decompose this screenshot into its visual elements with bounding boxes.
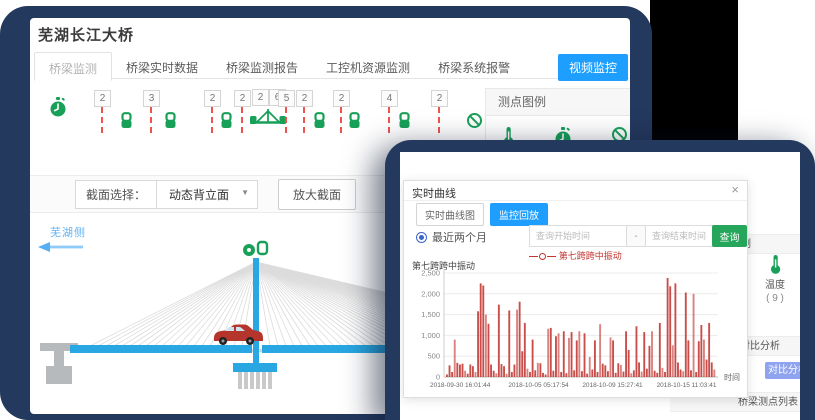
svg-text:时间: 时间 — [724, 372, 740, 382]
ban-icon[interactable] — [466, 112, 483, 134]
svg-text:2018-10-15 11:03:41: 2018-10-15 11:03:41 — [657, 382, 717, 389]
link-icon[interactable] — [398, 112, 411, 134]
background-black-area — [650, 0, 738, 142]
date-range-group: - — [529, 225, 743, 247]
legend-panel-title: 测点图例 — [486, 89, 630, 116]
page-title: 芜湖长江大桥 — [38, 24, 134, 45]
modal-tab-bar: 实时曲线图监控回放 — [416, 203, 548, 226]
compare-analysis-button[interactable]: 对比分析 — [765, 362, 800, 379]
sensor-count-badge[interactable]: 2 — [204, 90, 221, 107]
bridge-icon[interactable]: 26 — [248, 106, 288, 133]
screenshot-canvas: 芜湖长江大桥 桥梁监测桥梁实时数据桥梁监测报告工控机资源监测桥梁系统报警 视频监… — [0, 0, 815, 420]
main-tab[interactable]: 桥梁实时数据 — [112, 52, 212, 79]
sensor-count-badge[interactable]: 5 — [278, 90, 295, 107]
section-select-value: 动态背立面 — [169, 188, 229, 202]
monitor-page-with-modal: 测点图例 温度 ( 9 ) 对比分析 对比分析 桥梁测点列表 实时曲线 × 实时… — [400, 152, 800, 420]
legend-marker-icon — [529, 256, 538, 257]
svg-text:500: 500 — [427, 352, 440, 361]
sensor-count-badge[interactable]: 2 — [94, 90, 111, 107]
temperature-legend-item[interactable]: 温度 ( 9 ) — [752, 254, 798, 305]
link-icon[interactable] — [164, 112, 177, 134]
sensor-count-badge[interactable]: 2 — [333, 90, 350, 107]
svg-text:2018-10-05 05:17:54: 2018-10-05 05:17:54 — [508, 382, 569, 389]
video-monitor-button[interactable]: 视频监控 — [558, 54, 628, 81]
range-separator: - — [627, 225, 645, 247]
svg-text:0: 0 — [436, 373, 440, 382]
main-tab[interactable]: 桥梁系统报警 — [424, 52, 524, 79]
modal-header: 实时曲线 × — [404, 181, 747, 201]
main-tab[interactable]: 工控机资源监测 — [312, 52, 424, 79]
sensor-count-badge[interactable]: 2 — [431, 90, 448, 107]
recent-two-months-radio[interactable]: 最近两个月 — [416, 229, 487, 245]
main-tab-bar: 桥梁监测桥梁实时数据桥梁监测报告工控机资源监测桥梁系统报警 — [34, 52, 630, 79]
radio-dot-icon — [416, 232, 427, 243]
main-tab[interactable]: 桥梁监测 — [34, 52, 112, 81]
svg-text:2,000: 2,000 — [421, 289, 440, 298]
section-select-dropdown[interactable]: 动态背立面 ▼ — [157, 181, 257, 208]
chart-bars — [446, 278, 715, 377]
query-controls: 最近两个月 - 查询 — [404, 225, 747, 249]
thermometer-icon — [769, 267, 782, 278]
query-button[interactable]: 查询 — [712, 225, 747, 247]
link-icon[interactable] — [120, 112, 133, 134]
section-select-group: 截面选择： 动态背立面 ▼ — [75, 180, 258, 209]
realtime-curve-modal: 实时曲线 × 实时曲线图监控回放 最近两个月 - 查询 — [403, 180, 748, 398]
modal-tab[interactable]: 实时曲线图 — [416, 203, 484, 226]
main-tab[interactable]: 桥梁监测报告 — [212, 52, 312, 79]
svg-text:2018-10-09 15:27:41: 2018-10-09 15:27:41 — [582, 382, 643, 389]
link-icon[interactable] — [348, 112, 361, 134]
svg-text:2,500: 2,500 — [421, 269, 440, 278]
sensor-count-badge[interactable]: 2 — [234, 90, 251, 107]
svg-text:2018-09-30 16:01:44: 2018-09-30 16:01:44 — [430, 382, 491, 389]
svg-text:1,000: 1,000 — [421, 331, 440, 340]
vibration-chart: 第七跨跨中振动05001,0001,5002,0002,5002018-09-3… — [406, 259, 746, 397]
link-icon[interactable] — [313, 112, 326, 134]
svg-text:1,500: 1,500 — [421, 310, 440, 319]
temperature-count: ( 9 ) — [752, 292, 798, 305]
section-select-label: 截面选择： — [76, 181, 157, 208]
sensor-count-badge[interactable]: 2 — [296, 90, 313, 107]
chevron-down-icon: ▼ — [241, 188, 249, 197]
front-window-frame: 测点图例 温度 ( 9 ) 对比分析 对比分析 桥梁测点列表 实时曲线 × 实时… — [385, 140, 815, 420]
clock-icon[interactable] — [48, 96, 68, 123]
link-icon[interactable] — [220, 112, 233, 134]
radio-label: 最近两个月 — [432, 229, 487, 245]
close-icon[interactable]: × — [731, 182, 739, 197]
sensor-count-badge[interactable]: 3 — [143, 90, 160, 107]
modal-tab[interactable]: 监控回放 — [490, 203, 548, 226]
temperature-label: 温度 — [752, 279, 798, 292]
legend-marker-icon — [547, 256, 556, 257]
sensor-count-badge[interactable]: 4 — [381, 90, 398, 107]
enlarge-section-button[interactable]: 放大截面 — [278, 179, 356, 210]
query-start-input[interactable] — [529, 225, 627, 247]
modal-title: 实时曲线 — [412, 185, 456, 201]
